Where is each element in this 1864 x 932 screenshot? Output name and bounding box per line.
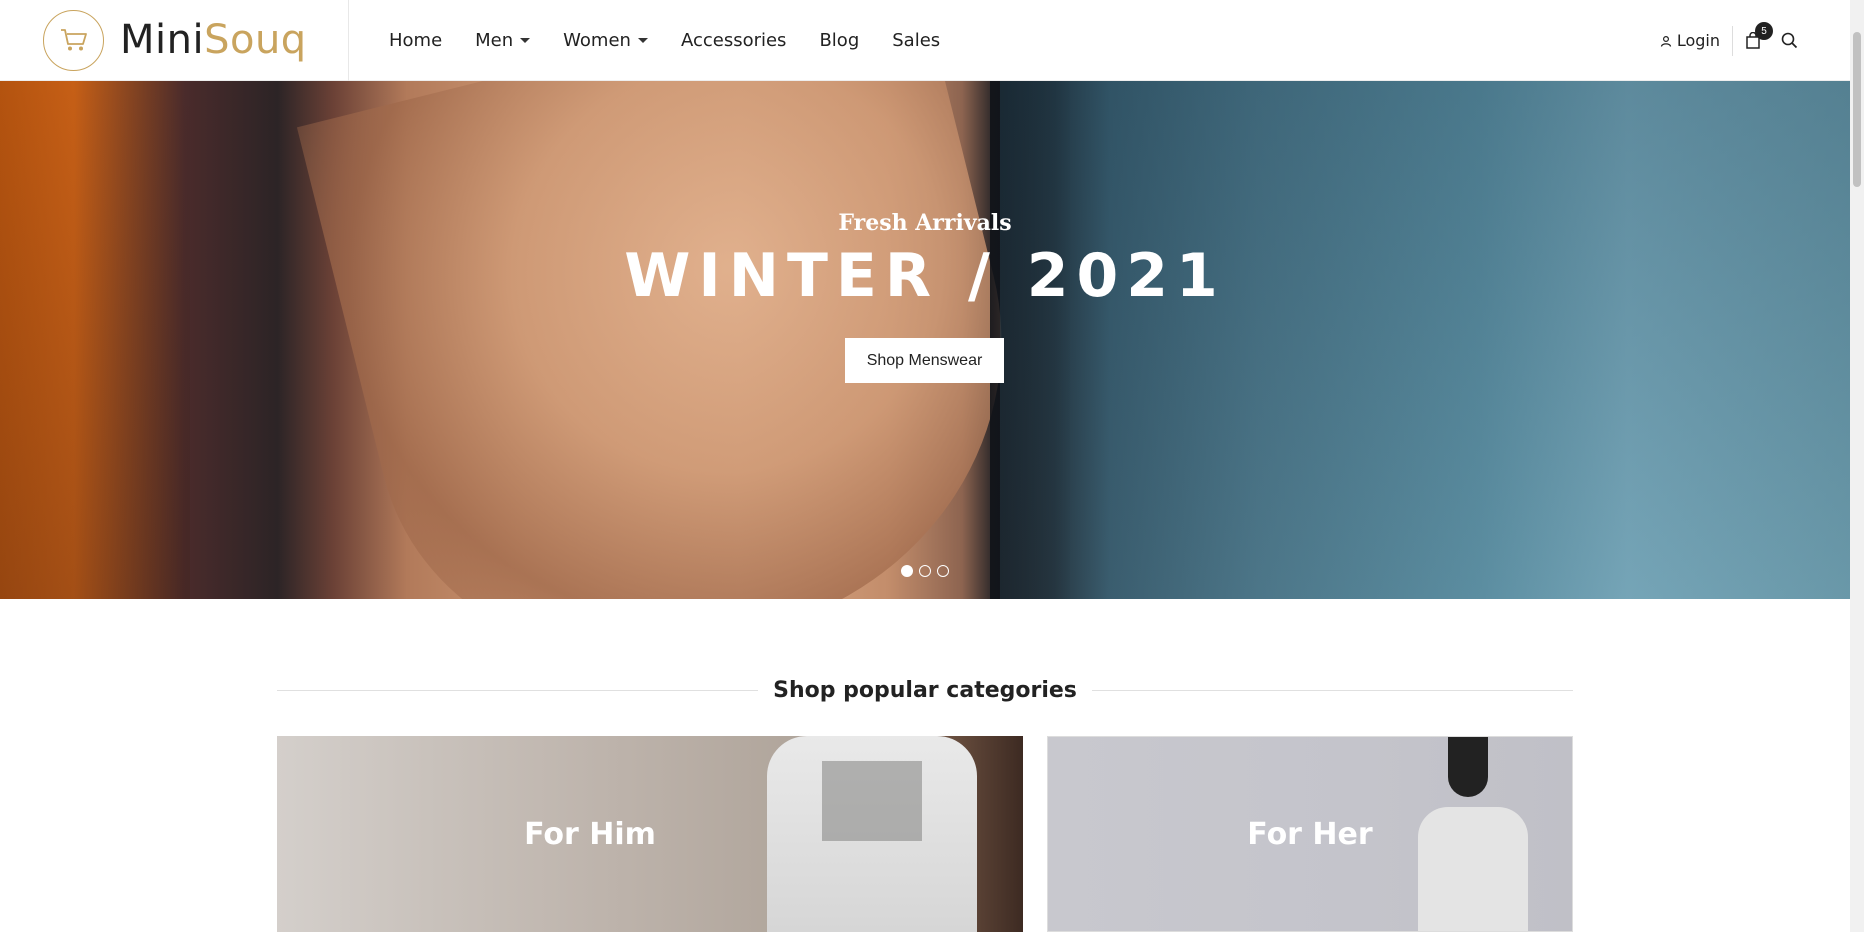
heading-divider	[277, 690, 759, 691]
category-card-for-her[interactable]: For Her	[1047, 736, 1573, 932]
category-image-print	[822, 761, 922, 841]
slider-dots	[0, 565, 1850, 577]
shop-menswear-button[interactable]: Shop Menswear	[845, 338, 1004, 383]
nav-item-label: Accessories	[680, 29, 787, 51]
cart-count-badge: 5	[1755, 22, 1773, 40]
nav-item-label: Women	[563, 29, 631, 51]
main-nav: Home Men Women Accessories Blog Sales	[389, 0, 973, 81]
caret-down-icon	[637, 37, 648, 43]
nav-item-label: Sales	[892, 29, 941, 51]
category-label: For Him	[524, 816, 656, 852]
brand-name: MiniSouq	[120, 17, 307, 63]
nav-item-blog[interactable]: Blog	[819, 30, 859, 51]
nav-item-home[interactable]: Home	[389, 30, 442, 51]
user-icon	[1660, 35, 1671, 47]
category-card-for-him[interactable]: For Him	[277, 736, 1023, 932]
nav-item-accessories[interactable]: Accessories	[681, 30, 787, 51]
slider-dot[interactable]	[901, 565, 913, 577]
nav-item-men[interactable]: Men	[475, 29, 531, 51]
categories-heading: Shop popular categories	[277, 678, 1574, 703]
login-label: Login	[1676, 31, 1720, 50]
page-scrollbar[interactable]	[1850, 0, 1864, 932]
hero-slider: Fresh Arrivals WINTER / 2021 Shop Menswe…	[0, 81, 1850, 599]
login-link[interactable]: Login	[1660, 31, 1720, 50]
nav-item-sales[interactable]: Sales	[892, 30, 940, 51]
search-icon	[1781, 32, 1798, 49]
slider-dot[interactable]	[919, 565, 931, 577]
category-image-beanie	[1448, 737, 1488, 797]
scrollbar-thumb[interactable]	[1853, 32, 1861, 187]
brand-name-part1: Mini	[120, 17, 205, 63]
category-image-tshirt	[1418, 807, 1528, 931]
nav-item-women[interactable]: Women	[563, 30, 648, 51]
nav-item-label: Home	[389, 29, 443, 51]
header-divider	[1732, 25, 1733, 56]
section-title: Shop popular categories	[773, 678, 1077, 703]
search-button[interactable]	[1781, 32, 1798, 49]
site-header: MiniSouq Home Men Women Accessories Blog…	[0, 0, 1850, 81]
brand[interactable]: MiniSouq	[0, 0, 349, 81]
cart-button[interactable]: 5	[1745, 22, 1773, 49]
brand-name-part2: Souq	[204, 17, 307, 63]
cart-logo-icon	[43, 9, 104, 71]
nav-item-label: Men	[475, 29, 514, 51]
category-label: For Her	[1247, 816, 1373, 852]
hero-title: WINTER / 2021	[624, 241, 1226, 311]
hero-content: Fresh Arrivals WINTER / 2021 Shop Menswe…	[0, 81, 1850, 599]
header-actions: Login 5	[1660, 0, 1798, 81]
heading-divider	[1091, 690, 1574, 691]
nav-item-label: Blog	[819, 29, 860, 51]
caret-down-icon	[520, 37, 531, 43]
hero-subtitle: Fresh Arrivals	[838, 210, 1012, 236]
slider-dot[interactable]	[937, 565, 949, 577]
